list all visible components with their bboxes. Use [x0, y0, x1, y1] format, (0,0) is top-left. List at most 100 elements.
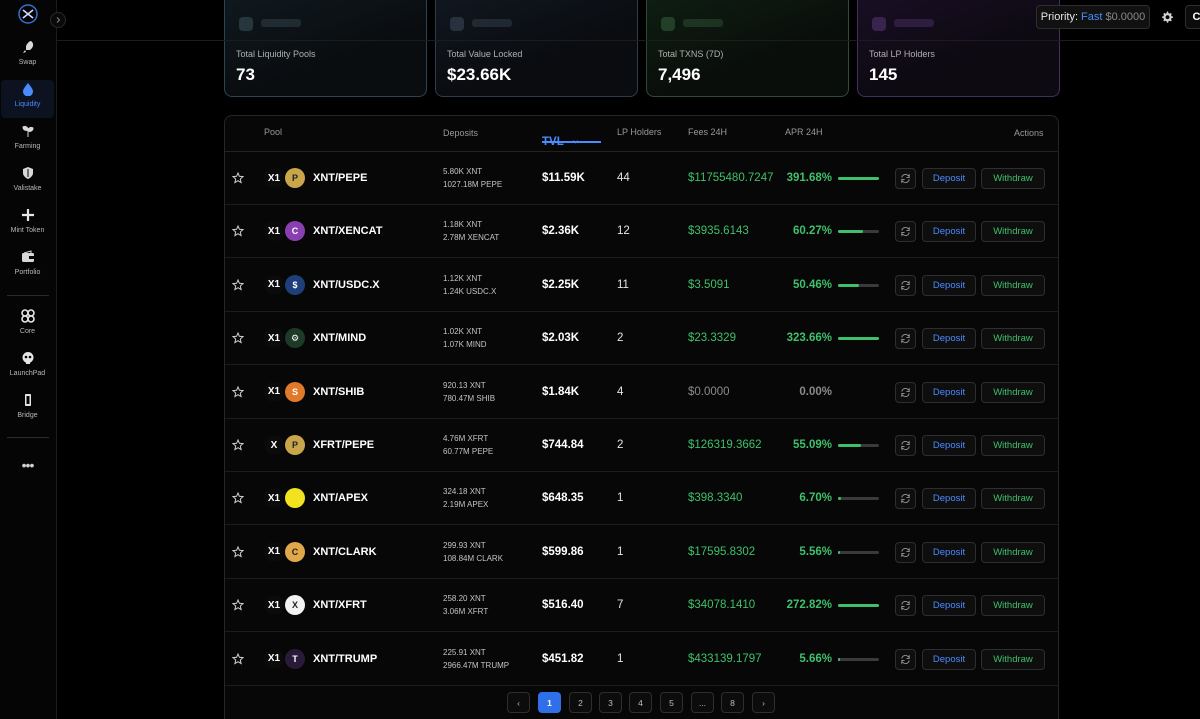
- gear-icon[interactable]: [1160, 10, 1174, 24]
- sidebar-item-label: Portfolio: [14, 269, 41, 276]
- table-row[interactable]: X1 C XNT/CLARK 299.93 XNT 108.84M CLARK $599.…: [225, 526, 1058, 579]
- prev-page-button[interactable]: ‹: [507, 692, 530, 713]
- withdraw-button[interactable]: Withdraw: [981, 328, 1045, 350]
- deposit-button[interactable]: Deposit: [922, 274, 976, 296]
- page-button-3[interactable]: 3: [599, 692, 622, 713]
- page-button-8[interactable]: 8: [721, 692, 744, 713]
- table-row[interactable]: X1 C XNT/XENCAT 1.18K XNT 2.78M XENCAT $2.36K…: [225, 205, 1058, 259]
- deposit-button[interactable]: Deposit: [922, 595, 976, 617]
- deposit-button[interactable]: Deposit: [922, 221, 976, 243]
- next-page-button[interactable]: ›: [752, 692, 775, 713]
- app-logo-icon[interactable]: [18, 4, 38, 24]
- favorite-star-icon[interactable]: [232, 599, 244, 611]
- page-button-5[interactable]: 5: [660, 692, 683, 713]
- pool-pair-name[interactable]: XNT/SHIB: [313, 386, 364, 398]
- swap-button[interactable]: [895, 328, 916, 350]
- swap-button[interactable]: [895, 221, 916, 243]
- swap-button[interactable]: [895, 648, 916, 670]
- favorite-star-icon[interactable]: [232, 492, 244, 505]
- withdraw-button[interactable]: Withdraw: [981, 221, 1045, 243]
- table-row[interactable]: X1 P XNT/PEPE 5.80K XNT 1027.18M PEPE $11.59K…: [225, 152, 1058, 205]
- favorite-star-icon[interactable]: [232, 385, 244, 398]
- table-row[interactable]: X1 S XNT/SHIB 920.13 XNT 780.47M SHIB $1.84K 4…: [225, 366, 1058, 419]
- favorite-star-icon[interactable]: [232, 652, 244, 665]
- sidebar-item-mint-token[interactable]: Mint Token: [0, 206, 55, 244]
- withdraw-button[interactable]: Withdraw: [981, 541, 1045, 563]
- sidebar-item-valistake[interactable]: Valistake: [0, 164, 55, 202]
- withdraw-button[interactable]: Withdraw: [981, 648, 1045, 670]
- pool-pair-name[interactable]: XFRT/PEPE: [313, 439, 374, 451]
- withdraw-button[interactable]: Withdraw: [981, 274, 1045, 296]
- table-row[interactable]: X1 ⚙ XNT/MIND 1.02K XNT 1.07K MIND $2.03K 2 $23…: [225, 312, 1058, 366]
- deposit-button[interactable]: Deposit: [922, 381, 976, 403]
- header-lp-holders[interactable]: LP Holders: [617, 127, 661, 137]
- withdraw-button[interactable]: Withdraw: [981, 435, 1045, 456]
- withdraw-button[interactable]: Withdraw: [981, 595, 1045, 617]
- page-button-1[interactable]: 1: [538, 692, 561, 713]
- pool-pair-name[interactable]: XNT/APEX: [313, 492, 368, 504]
- swap-button[interactable]: [895, 541, 916, 563]
- swap-button[interactable]: [895, 435, 916, 456]
- more-menu-button[interactable]: •••: [0, 455, 55, 493]
- deposit-button[interactable]: Deposit: [922, 435, 976, 456]
- deposit-button[interactable]: Deposit: [922, 488, 976, 510]
- sidebar-item-label: Swap: [18, 59, 37, 66]
- favorite-star-icon[interactable]: [232, 172, 244, 184]
- table-row[interactable]: X P XFRT/PEPE 4.76M XFRT 60.77M PEPE $744.84 2…: [225, 419, 1058, 472]
- pool-pair-name[interactable]: XNT/XFRT: [313, 599, 367, 611]
- priority-fee-button[interactable]: Priority: Fast $0.0000: [1036, 5, 1150, 29]
- favorite-star-icon[interactable]: [232, 332, 244, 344]
- page-button-4[interactable]: 4: [629, 692, 652, 713]
- sidebar-item-farming[interactable]: Farming: [0, 122, 55, 160]
- table-row[interactable]: X1 X XNT/XFRT 258.20 XNT 3.06M XFRT $516.40 7 $…: [225, 579, 1058, 633]
- swap-button[interactable]: [895, 381, 916, 403]
- sidebar-collapse-button[interactable]: [50, 12, 66, 28]
- swap-button[interactable]: [895, 488, 916, 510]
- pool-pair-name[interactable]: XNT/USDC.X: [313, 279, 380, 291]
- deposit-button[interactable]: Deposit: [922, 648, 976, 670]
- table-row[interactable]: X1 T XNT/TRUMP 225.91 XNT 2966.47M TRUMP $451…: [225, 633, 1058, 686]
- pool-pair-name[interactable]: XNT/CLARK: [313, 546, 377, 558]
- swap-arrows-icon: [901, 387, 910, 397]
- swap-button[interactable]: [895, 595, 916, 617]
- withdraw-button[interactable]: Withdraw: [981, 488, 1045, 510]
- swap-button[interactable]: [895, 274, 916, 296]
- withdraw-button[interactable]: Withdraw: [981, 381, 1045, 403]
- table-row[interactable]: X1 $ XNT/USDC.X 1.12K XNT 1.24K USDC.X $2.25K…: [225, 259, 1058, 312]
- header-fees[interactable]: Fees 24H: [688, 127, 727, 137]
- deposit-base-amount: 299.93 XNT: [443, 540, 486, 550]
- pool-pair-name[interactable]: XNT/XENCAT: [313, 225, 382, 237]
- withdraw-button[interactable]: Withdraw: [981, 168, 1045, 189]
- sidebar-item-launchpad[interactable]: LaunchPad: [0, 349, 55, 387]
- favorite-star-icon[interactable]: [232, 545, 244, 558]
- swap-arrows-icon: [901, 227, 910, 237]
- sidebar-item-core[interactable]: Core: [0, 307, 55, 345]
- sidebar-item-liquidity[interactable]: Liquidity: [1, 80, 54, 118]
- connect-wallet-button[interactable]: Connect: [1185, 5, 1200, 29]
- deposit-button[interactable]: Deposit: [922, 168, 976, 189]
- header-deposits[interactable]: Deposits: [443, 128, 478, 138]
- favorite-star-icon[interactable]: [232, 225, 244, 238]
- sidebar-item-portfolio[interactable]: Portfolio: [0, 248, 55, 286]
- pool-apr-24h: 391.68%: [786, 172, 832, 184]
- pool-pair-name[interactable]: XNT/PEPE: [313, 172, 367, 184]
- sprout-icon: [21, 125, 34, 137]
- pool-tvl: $11.59K: [542, 172, 585, 184]
- swap-button[interactable]: [895, 168, 916, 189]
- core-icon: [20, 309, 35, 323]
- favorite-star-icon[interactable]: [232, 278, 244, 291]
- sidebar-item-bridge[interactable]: Bridge: [0, 391, 55, 429]
- header-pool[interactable]: Pool: [264, 127, 282, 137]
- sidebar-item-swap[interactable]: Swap: [0, 38, 55, 76]
- table-row[interactable]: X1 XNT/APEX 324.18 XNT 2.19M APEX $648.35 1 $3…: [225, 472, 1058, 526]
- pool-pair-name[interactable]: XNT/TRUMP: [313, 653, 377, 665]
- page-button-2[interactable]: 2: [569, 692, 592, 713]
- pool-pair-name[interactable]: XNT/MIND: [313, 332, 366, 344]
- deposit-base-amount: 920.13 XNT: [443, 380, 486, 390]
- deposit-button[interactable]: Deposit: [922, 328, 976, 350]
- deposit-button[interactable]: Deposit: [922, 541, 976, 563]
- favorite-star-icon[interactable]: [232, 439, 244, 451]
- header-apr[interactable]: APR 24H: [785, 127, 823, 137]
- quote-token-icon: C: [285, 221, 305, 242]
- deposit-base-amount: 1.18K XNT: [443, 220, 483, 230]
